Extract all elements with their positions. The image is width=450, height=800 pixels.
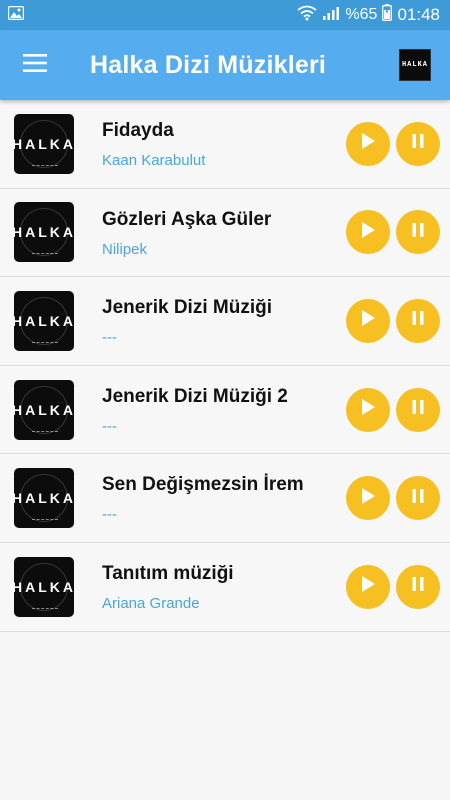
pause-button[interactable] (396, 298, 440, 343)
thumbnail-text: HALKA (14, 224, 74, 241)
song-artist: Ariana Grande (102, 594, 200, 612)
pause-icon (411, 488, 425, 509)
song-thumbnail: HALKA (14, 556, 74, 617)
image-icon (7, 5, 25, 25)
pause-icon (411, 133, 425, 154)
song-artist: Nilipek (102, 240, 148, 258)
song-thumbnail: HALKA (14, 379, 74, 440)
song-thumbnail: HALKA (14, 290, 74, 351)
play-icon (360, 487, 376, 510)
battery-icon (382, 4, 393, 26)
logo-text: HALKA (401, 61, 428, 69)
app-logo: HALKA (399, 49, 431, 81)
pause-icon (411, 222, 425, 243)
pause-button[interactable] (396, 564, 440, 609)
thumbnail-text: HALKA (14, 135, 74, 152)
song-row[interactable]: HALKA Fidayda Kaan Karabulut (0, 100, 450, 189)
song-list: HALKA Fidayda Kaan Karabulut HALKA Gözle… (0, 100, 450, 632)
song-title: Tanıtım müziği (102, 562, 234, 584)
thumbnail-text: HALKA (14, 312, 74, 329)
song-title: Jenerik Dizi Müziği (102, 297, 272, 319)
thumbnail-text: HALKA (14, 578, 74, 595)
play-button[interactable] (346, 476, 390, 521)
song-artist: --- (102, 329, 117, 347)
play-icon (360, 398, 376, 421)
song-row[interactable]: HALKA Jenerik Dizi Müziği --- (0, 277, 450, 366)
app-title: Halka Dizi Müzikleri (90, 50, 327, 79)
pause-button[interactable] (396, 476, 440, 521)
song-row[interactable]: HALKA Sen Değişmezsin İrem --- (0, 454, 450, 543)
song-title: Fidayda (102, 120, 174, 141)
play-icon (360, 575, 376, 598)
song-row[interactable]: HALKA Tanıtım müziği Ariana Grande (0, 542, 450, 632)
pause-button[interactable] (396, 387, 440, 432)
play-button[interactable] (346, 387, 390, 432)
signal-icon (322, 5, 340, 26)
song-artist: Kaan Karabulut (102, 152, 206, 169)
clock: 01:48 (397, 5, 440, 24)
pause-button[interactable] (396, 121, 440, 166)
battery-percent: %65 (345, 6, 378, 23)
song-title: Gözleri Aşka Güler (102, 208, 272, 230)
song-row[interactable]: HALKA Gözleri Aşka Güler Nilipek (0, 188, 450, 278)
play-icon (360, 221, 376, 244)
song-title: Sen Değişmezsin İrem (102, 474, 304, 496)
pause-icon (411, 310, 425, 331)
play-button[interactable] (346, 121, 390, 166)
song-artist: --- (102, 506, 117, 524)
play-button[interactable] (346, 210, 390, 255)
song-thumbnail: HALKA (14, 113, 74, 174)
song-title: Jenerik Dizi Müziği 2 (102, 385, 288, 407)
app-bar: Halka Dizi Müzikleri HALKA (0, 30, 450, 100)
thumbnail-text: HALKA (14, 401, 74, 418)
song-thumbnail: HALKA (14, 468, 74, 529)
play-button[interactable] (346, 298, 390, 343)
song-artist: --- (102, 417, 117, 435)
song-thumbnail: HALKA (14, 202, 74, 263)
pause-icon (411, 576, 425, 597)
pause-icon (411, 399, 425, 420)
status-bar: %65 01:48 (0, 0, 450, 30)
menu-icon (23, 53, 47, 77)
song-row[interactable]: HALKA Jenerik Dizi Müziği 2 --- (0, 365, 450, 455)
pause-button[interactable] (396, 210, 440, 255)
menu-button[interactable] (0, 30, 70, 100)
play-icon (360, 132, 376, 155)
play-button[interactable] (346, 564, 390, 609)
wifi-icon (297, 5, 317, 26)
play-icon (360, 309, 376, 332)
thumbnail-text: HALKA (14, 490, 74, 507)
